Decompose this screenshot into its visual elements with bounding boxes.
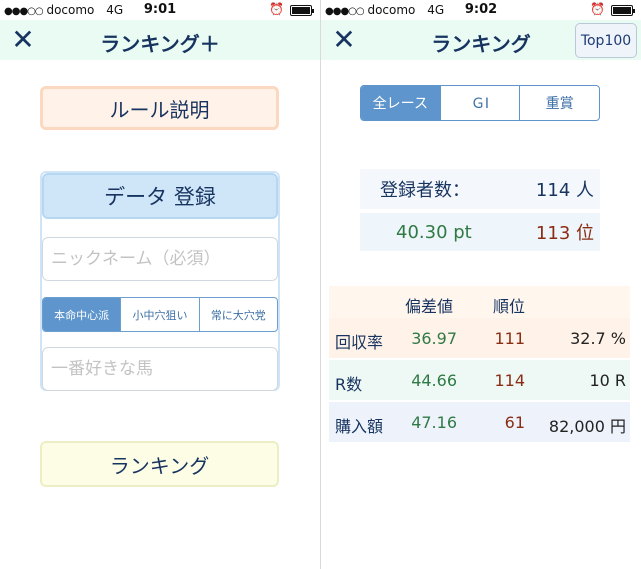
stats-table: 偏差値 順位 回収率 36.97 111 32.7 % R数 44.66 114…	[329, 286, 630, 442]
score-row: 40.30 pt 113 位	[360, 211, 600, 251]
table-row: 回収率 36.97 111 32.7 %	[329, 318, 630, 358]
nav-bar: ✕ ランキング Top100	[321, 20, 641, 60]
race-type-tabs: 全レース ＧⅠ 重賞	[360, 85, 600, 121]
tab-all-races[interactable]: 全レース	[361, 86, 441, 120]
alarm-icon: ⏰	[590, 2, 605, 16]
rule-explanation-button[interactable]: ルール説明	[40, 86, 279, 130]
row-label: 回収率	[335, 333, 384, 352]
row-label: R数	[335, 375, 363, 394]
row-deviation: 47.16	[411, 413, 457, 432]
battery-icon	[611, 5, 635, 16]
style-option-mid-longshot[interactable]: 小中穴狙い	[121, 298, 200, 331]
registration-panel: データ 登録 本命中心派 小中穴狙い 常に大穴党	[40, 171, 280, 391]
ranking-button[interactable]: ランキング	[40, 441, 279, 487]
favorite-horse-input[interactable]	[42, 347, 278, 391]
row-rank: 114	[494, 371, 525, 390]
data-register-button[interactable]: データ 登録	[42, 173, 278, 219]
tab-g1[interactable]: ＧⅠ	[441, 86, 521, 120]
row-deviation: 36.97	[411, 329, 457, 348]
overall-rank: 113 位	[535, 223, 594, 244]
row-amount: 82,000 円	[548, 417, 626, 436]
summary-panel: 登録者数： 114 人 40.30 pt 113 位	[360, 169, 600, 251]
stats-header: 偏差値 順位	[329, 286, 630, 318]
row-amount: 32.7 %	[570, 329, 626, 348]
page-title: ランキング＋	[100, 32, 220, 56]
style-option-favorite[interactable]: 本命中心派	[43, 298, 122, 331]
registered-count-value: 114 人	[535, 180, 594, 201]
deviation-header: 偏差値	[405, 297, 454, 316]
registered-count-row: 登録者数： 114 人	[360, 169, 600, 209]
nav-bar: ✕ ランキング＋	[0, 20, 320, 60]
row-rank: 61	[504, 413, 525, 432]
tab-graded[interactable]: 重賞	[520, 86, 599, 120]
table-row: R数 44.66 114 10 R	[329, 360, 630, 400]
right-screen: ●●●○○ docomo 4G 9:02 ⏰ ✕ ランキング Top100 全レ…	[321, 0, 641, 569]
left-screen: ●●●○○ docomo 4G 9:01 ⏰ ✕ ランキング＋ ルール説明 デー…	[0, 0, 320, 569]
battery-icon	[290, 5, 314, 16]
top100-button[interactable]: Top100	[575, 23, 637, 58]
rank-header: 順位	[493, 297, 526, 316]
row-label: 購入額	[335, 417, 384, 436]
row-deviation: 44.66	[411, 371, 457, 390]
row-rank: 111	[494, 329, 525, 348]
alarm-icon: ⏰	[269, 2, 284, 16]
style-option-longshot[interactable]: 常に大穴党	[200, 298, 277, 331]
status-bar: ●●●○○ docomo 4G 9:01 ⏰	[0, 0, 320, 20]
table-row: 購入額 47.16 61 82,000 円	[329, 402, 630, 442]
status-bar: ●●●○○ docomo 4G 9:02 ⏰	[321, 0, 641, 20]
row-amount: 10 R	[589, 371, 626, 390]
betting-style-selector: 本命中心派 小中穴狙い 常に大穴党	[42, 297, 278, 332]
nickname-input[interactable]	[42, 237, 278, 281]
